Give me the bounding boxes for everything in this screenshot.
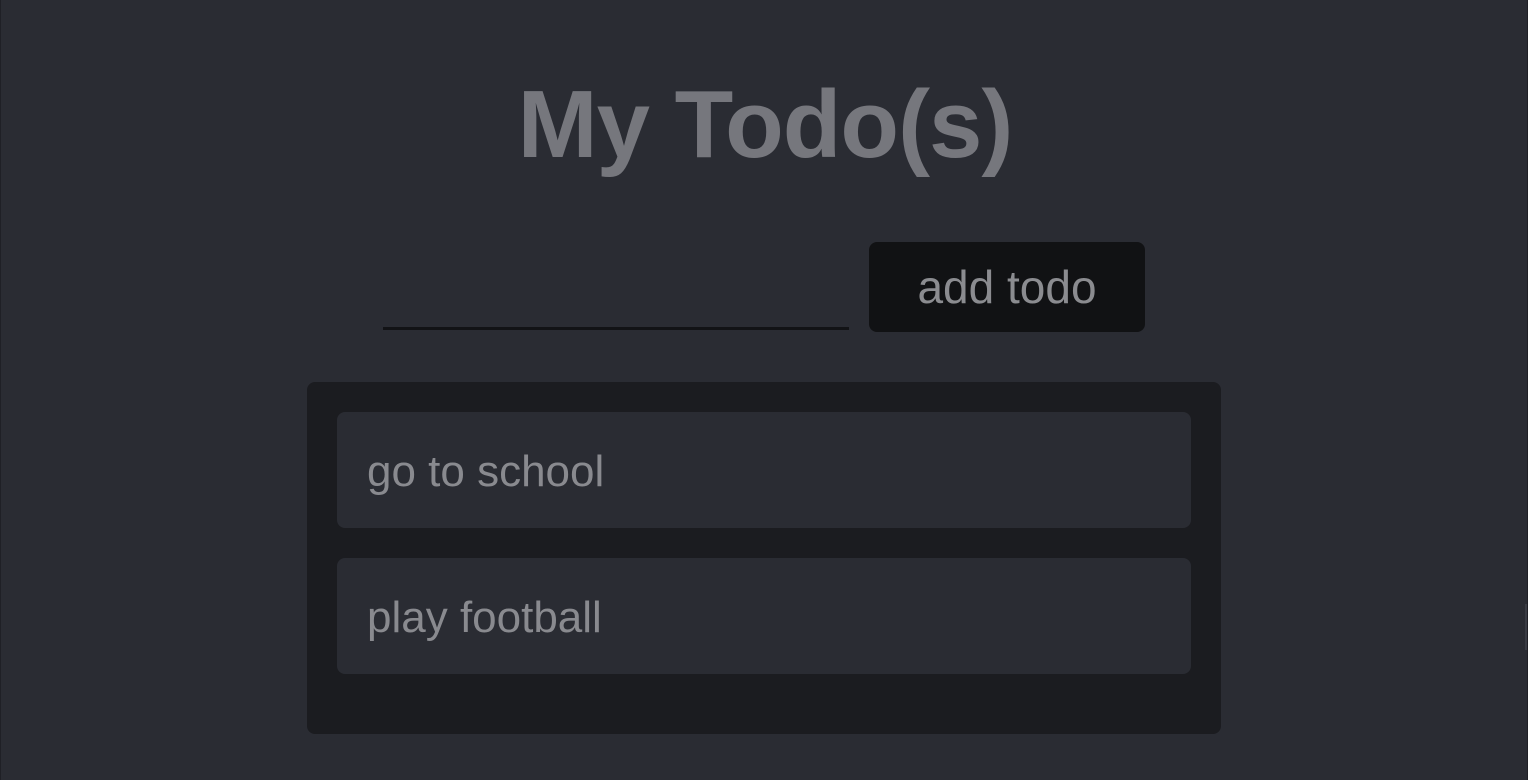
page-title: My Todo(s) <box>517 71 1014 178</box>
todo-item[interactable]: go to school <box>337 412 1191 528</box>
scrollbar-edge[interactable] <box>1525 604 1527 650</box>
todo-list: go to school play football <box>307 382 1221 734</box>
todo-app: My Todo(s) add todo go to school play fo… <box>0 0 1528 780</box>
todo-input[interactable] <box>383 262 849 330</box>
add-todo-button[interactable]: add todo <box>869 242 1145 332</box>
todo-item[interactable]: play football <box>337 558 1191 674</box>
